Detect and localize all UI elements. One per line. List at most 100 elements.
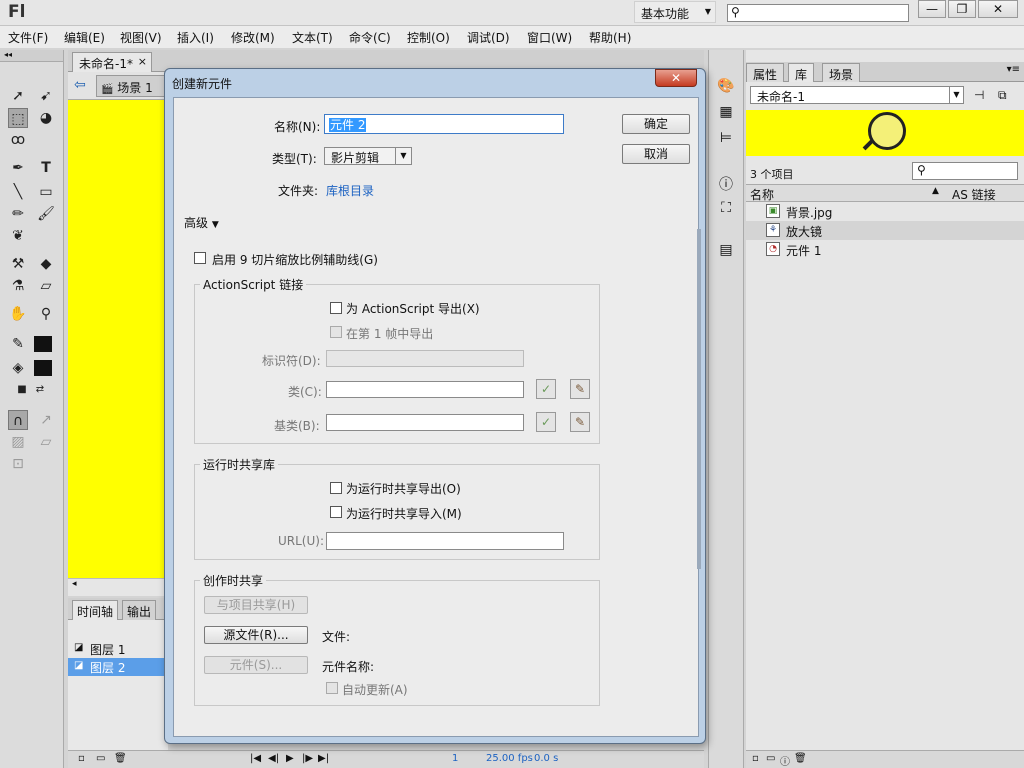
close-tab-icon[interactable]: × [138,55,147,68]
library-search-input[interactable]: ⚲ [912,162,1018,180]
class-input[interactable] [326,381,524,398]
paint-bucket-tool-icon[interactable]: ◆ [36,254,56,274]
url-input[interactable] [326,532,564,550]
tools-panel-header[interactable]: ◂◂ [0,50,63,62]
column-name[interactable]: 名称 [750,186,774,203]
symbol-button[interactable]: 元件(S)... [204,656,308,674]
nine-slice-checkbox[interactable] [194,252,206,264]
current-frame[interactable]: 1 [452,753,458,764]
edit-class-button[interactable]: ✎ [570,379,590,399]
subselection-tool-icon[interactable]: ➹ [36,86,56,106]
layer-row[interactable]: ◪ 图层 1 [68,640,168,658]
fill-color-icon[interactable]: ◈ [8,358,28,378]
minimize-button[interactable]: — [918,0,946,18]
menu-view[interactable]: 视图(V) [120,29,162,46]
library-item[interactable]: ◔ 元件 1 [746,240,1024,259]
menu-commands[interactable]: 命令(C) [349,29,391,46]
sort-icon[interactable]: ▲ [932,186,939,196]
new-symbol-icon[interactable]: ▫ [752,753,759,764]
stage-horizontal-scrollbar[interactable]: ◂ [68,578,168,596]
zoom-tool-icon[interactable]: ⚲ [36,304,56,324]
lasso-tool-icon[interactable]: ꝏ [8,130,28,150]
source-file-button[interactable]: 源文件(R)... [204,626,308,644]
smooth-icon[interactable]: ↗ [36,410,56,430]
library-item[interactable]: ▣ 背景.jpg [746,202,1024,221]
menu-file[interactable]: 文件(F) [8,29,48,46]
library-root-link[interactable]: 库根目录 [326,182,374,199]
transform-panel-icon[interactable]: ⛶ [716,200,736,220]
rsl-import-checkbox[interactable] [330,506,342,518]
scroll-left-icon[interactable]: ◂ [72,579,77,589]
brush-tool-icon[interactable]: 🖌 [36,204,56,224]
scale-icon[interactable]: ⊡ [8,454,28,474]
edit-base-class-button[interactable]: ✎ [570,412,590,432]
eraser-tool-icon[interactable]: ▱ [36,276,56,296]
fill-color-swatch[interactable] [34,360,52,376]
column-as-linkage[interactable]: AS 链接 [952,186,996,203]
menu-edit[interactable]: 编辑(E) [64,29,105,46]
new-layer-icon[interactable]: ▫ [78,753,85,764]
export-actionscript-checkbox[interactable] [330,302,342,314]
menu-insert[interactable]: 插入(I) [177,29,214,46]
library-item[interactable]: ⚘ 放大镜 [746,221,1024,240]
frame-rate[interactable]: 25.00 fps [486,753,533,764]
back-arrow-icon[interactable]: ⇦ [74,77,86,93]
align-panel-icon[interactable]: ⊨ [716,130,736,150]
hand-tool-icon[interactable]: ✋ [8,304,28,324]
rectangle-tool-icon[interactable]: ▭ [36,182,56,202]
properties-icon[interactable]: ⓘ [780,753,790,768]
swatches-panel-icon[interactable]: ▦ [716,104,736,124]
rsl-export-checkbox[interactable] [330,482,342,494]
tab-properties[interactable]: 属性 [746,63,785,82]
advanced-toggle[interactable]: 高级 ▼ [184,214,219,231]
color-panel-icon[interactable]: 🎨 [716,78,736,98]
selection-tool-icon[interactable]: ➚ [8,86,28,106]
line-tool-icon[interactable]: ╲ [8,182,28,202]
deco-tool-icon[interactable]: ❦ [8,226,28,246]
straighten-icon[interactable]: ▨ [8,432,28,452]
info-panel-icon[interactable]: ⓘ [716,174,736,194]
base-class-input[interactable] [326,414,524,431]
3d-rotation-tool-icon[interactable]: ◕ [36,108,56,128]
prev-frame-icon[interactable]: ◀| [268,753,279,764]
validate-base-class-button[interactable]: ✓ [536,412,556,432]
workspace-switcher[interactable]: 基本功能 ▼ [634,1,716,23]
default-colors-icon[interactable]: ■ [12,380,32,400]
menu-help[interactable]: 帮助(H) [589,29,631,46]
snap-to-objects-icon[interactable]: ∩ [8,410,28,430]
pin-library-icon[interactable]: ⊣ [974,88,984,102]
menu-modify[interactable]: 修改(M) [231,29,275,46]
swap-colors-icon[interactable]: ⇄ [30,380,50,400]
help-search-input[interactable]: ⚲ [727,4,909,22]
menu-text[interactable]: 文本(T) [292,29,333,46]
layer-row[interactable]: ◪ 图层 2 [68,658,168,676]
library-document-select[interactable]: 未命名-1 ▼ [750,86,964,104]
pen-tool-icon[interactable]: ✒ [8,158,28,178]
stroke-color-swatch[interactable] [34,336,52,352]
symbol-type-select[interactable]: 影片剪辑 ▼ [324,147,412,165]
dialog-close-button[interactable]: ✕ [655,69,697,87]
menu-control[interactable]: 控制(O) [407,29,450,46]
new-library-panel-icon[interactable]: ⧉ [998,88,1007,103]
menu-window[interactable]: 窗口(W) [527,29,572,46]
export-first-frame-checkbox[interactable] [330,326,342,338]
panel-menu-icon[interactable]: ▾≡ [1007,64,1020,75]
share-with-project-button[interactable]: 与项目共享(H) [204,596,308,614]
delete-layer-icon[interactable]: 🗑 [114,753,127,764]
components-panel-icon[interactable]: ▤ [716,242,736,262]
first-frame-icon[interactable]: |◀ [250,753,261,764]
free-transform-tool-icon[interactable]: ⬚ [8,108,28,128]
menu-debug[interactable]: 调试(D) [467,29,510,46]
tab-output[interactable]: 输出 [122,600,157,620]
tab-scene[interactable]: 场景 [822,63,861,82]
delete-icon[interactable]: 🗑 [794,753,807,764]
ok-button[interactable]: 确定 [622,114,690,134]
text-tool-icon[interactable]: T [36,158,56,178]
scene-breadcrumb[interactable]: 🎬 场景 1 [96,75,168,97]
validate-class-button[interactable]: ✓ [536,379,556,399]
document-tab[interactable]: 未命名-1* × [72,52,152,72]
symbol-name-input[interactable]: 元件 2 [324,114,564,134]
tab-library[interactable]: 库 [788,63,815,82]
new-folder-icon[interactable]: ▭ [96,753,105,764]
last-frame-icon[interactable]: ▶| [318,753,329,764]
